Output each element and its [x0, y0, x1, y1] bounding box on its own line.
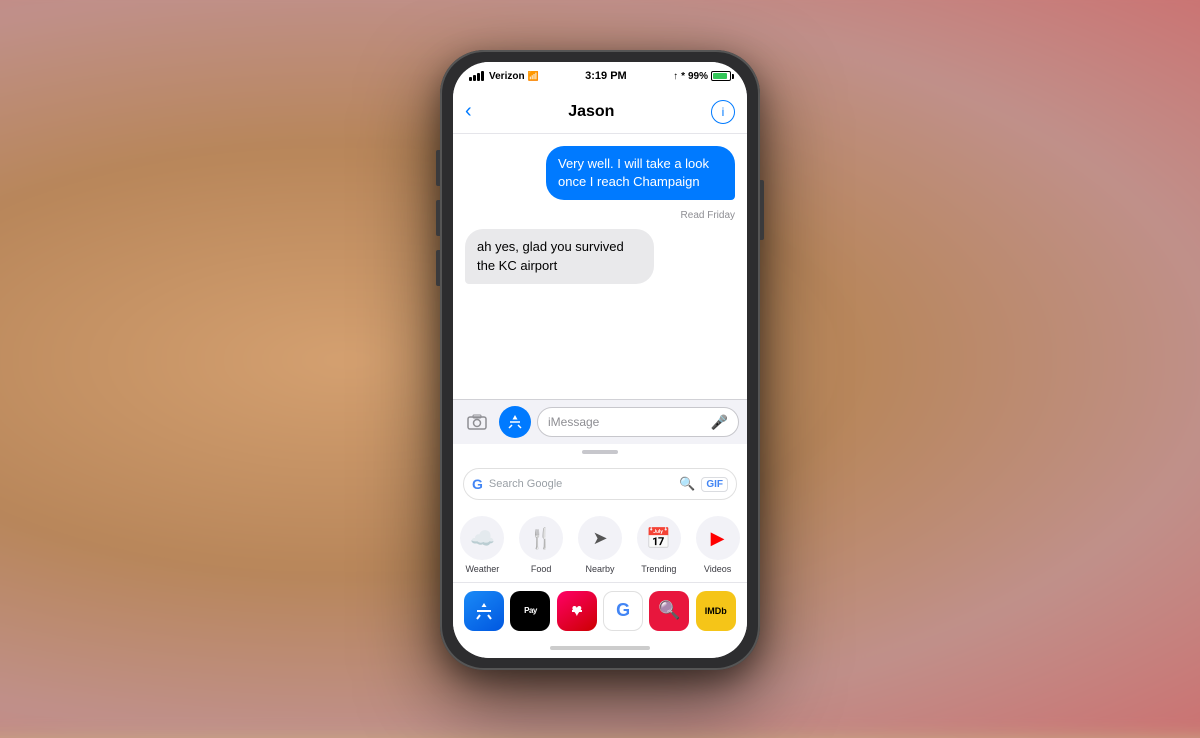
dock-heart-app[interactable]: ♥ [557, 591, 597, 631]
trending-label: Trending [641, 564, 676, 574]
location-icon: ↑ [673, 71, 678, 82]
sent-text: Very well. I will take a look once I rea… [558, 156, 709, 189]
dock-search-app[interactable]: 🔍 [649, 591, 689, 631]
scene: Verizon 📶 3:19 PM ↑ * 99% ‹ Jas [0, 0, 1200, 720]
carrier-label: Verizon [489, 71, 525, 82]
weather-icon: ☁️ [460, 516, 504, 560]
nav-bar: ‹ Jason i [453, 90, 747, 134]
sent-message-row: Very well. I will take a look once I rea… [465, 146, 735, 200]
battery-percent: 99% [688, 71, 708, 82]
drag-handle [453, 444, 747, 460]
suggestion-weather[interactable]: ☁️ Weather [460, 516, 504, 574]
dock-google[interactable]: G [603, 591, 643, 631]
imessage-placeholder: iMessage [548, 415, 599, 429]
suggestion-food[interactable]: 🍴 Food [519, 516, 563, 574]
search-placeholder: Search Google [489, 478, 673, 490]
suggestion-nearby[interactable]: ➤ Nearby [578, 516, 622, 574]
messages-area: Very well. I will take a look once I rea… [453, 134, 747, 399]
signal-bar-1 [469, 77, 472, 81]
app-suggestions: ☁️ Weather 🍴 Food ➤ Nearby 📅 Trending ▶ [453, 508, 747, 582]
home-indicator [453, 638, 747, 658]
drag-pill [582, 450, 618, 454]
imessage-input[interactable]: iMessage 🎤 [537, 407, 739, 437]
apple-pay-text: Pay [524, 606, 537, 615]
suggestion-videos[interactable]: ▶ Videos [696, 516, 740, 574]
battery-fill [713, 73, 727, 79]
wifi-icon: 📶 [528, 71, 539, 82]
input-toolbar: iMessage 🎤 [453, 399, 747, 444]
dock-search-icon: 🔍 [658, 600, 680, 621]
status-time: 3:19 PM [585, 70, 627, 82]
received-text: ah yes, glad you survived the KC airport [477, 239, 624, 272]
battery-icon [711, 71, 731, 81]
read-receipt: Read Friday [465, 210, 735, 221]
food-icon: 🍴 [519, 516, 563, 560]
signal-bars [469, 71, 484, 81]
google-search-bar[interactable]: G Search Google 🔍 GIF [463, 468, 737, 500]
dock-imdb[interactable]: IMDb [696, 591, 736, 631]
sent-bubble: Very well. I will take a look once I rea… [546, 146, 735, 200]
google-search-area: G Search Google 🔍 GIF [453, 460, 747, 508]
camera-button[interactable] [461, 406, 493, 438]
weather-label: Weather [465, 564, 499, 574]
info-button[interactable]: i [711, 100, 735, 124]
dock-applepay[interactable]: Pay [510, 591, 550, 631]
mic-button[interactable]: 🎤 [711, 414, 728, 431]
google-logo: G [472, 476, 483, 492]
back-button[interactable]: ‹ [465, 100, 472, 123]
signal-bar-4 [481, 71, 484, 81]
nearby-label: Nearby [585, 564, 614, 574]
status-right: ↑ * 99% [673, 71, 731, 82]
search-lens-icon[interactable]: 🔍 [679, 476, 695, 492]
status-left: Verizon 📶 [469, 71, 539, 82]
screen: Verizon 📶 3:19 PM ↑ * 99% ‹ Jas [453, 62, 747, 658]
phone-frame: Verizon 📶 3:19 PM ↑ * 99% ‹ Jas [440, 50, 760, 670]
status-bar: Verizon 📶 3:19 PM ↑ * 99% [453, 62, 747, 90]
contact-name[interactable]: Jason [568, 103, 614, 121]
dock-imdb-label: IMDb [705, 606, 727, 616]
gif-button[interactable]: GIF [701, 477, 728, 492]
received-message-row: ah yes, glad you survived the KC airport [465, 229, 735, 283]
bluetooth-icon: * [681, 71, 685, 82]
back-chevron: ‹ [465, 100, 472, 123]
nearby-icon: ➤ [578, 516, 622, 560]
dock-google-logo: G [616, 600, 630, 621]
signal-bar-3 [477, 73, 480, 81]
bottom-dock: Pay ♥ G 🔍 IMDb [453, 582, 747, 638]
appstore-button[interactable] [499, 406, 531, 438]
trending-icon: 📅 [637, 516, 681, 560]
suggestion-trending[interactable]: 📅 Trending [637, 516, 681, 574]
received-bubble: ah yes, glad you survived the KC airport [465, 229, 654, 283]
read-receipt-text: Read Friday [681, 210, 735, 221]
dock-appstore[interactable] [464, 591, 504, 631]
food-label: Food [531, 564, 552, 574]
videos-label: Videos [704, 564, 731, 574]
home-pill [550, 646, 650, 650]
signal-bar-2 [473, 75, 476, 81]
search-icons: 🔍 GIF [679, 476, 728, 492]
videos-icon: ▶ [696, 516, 740, 560]
